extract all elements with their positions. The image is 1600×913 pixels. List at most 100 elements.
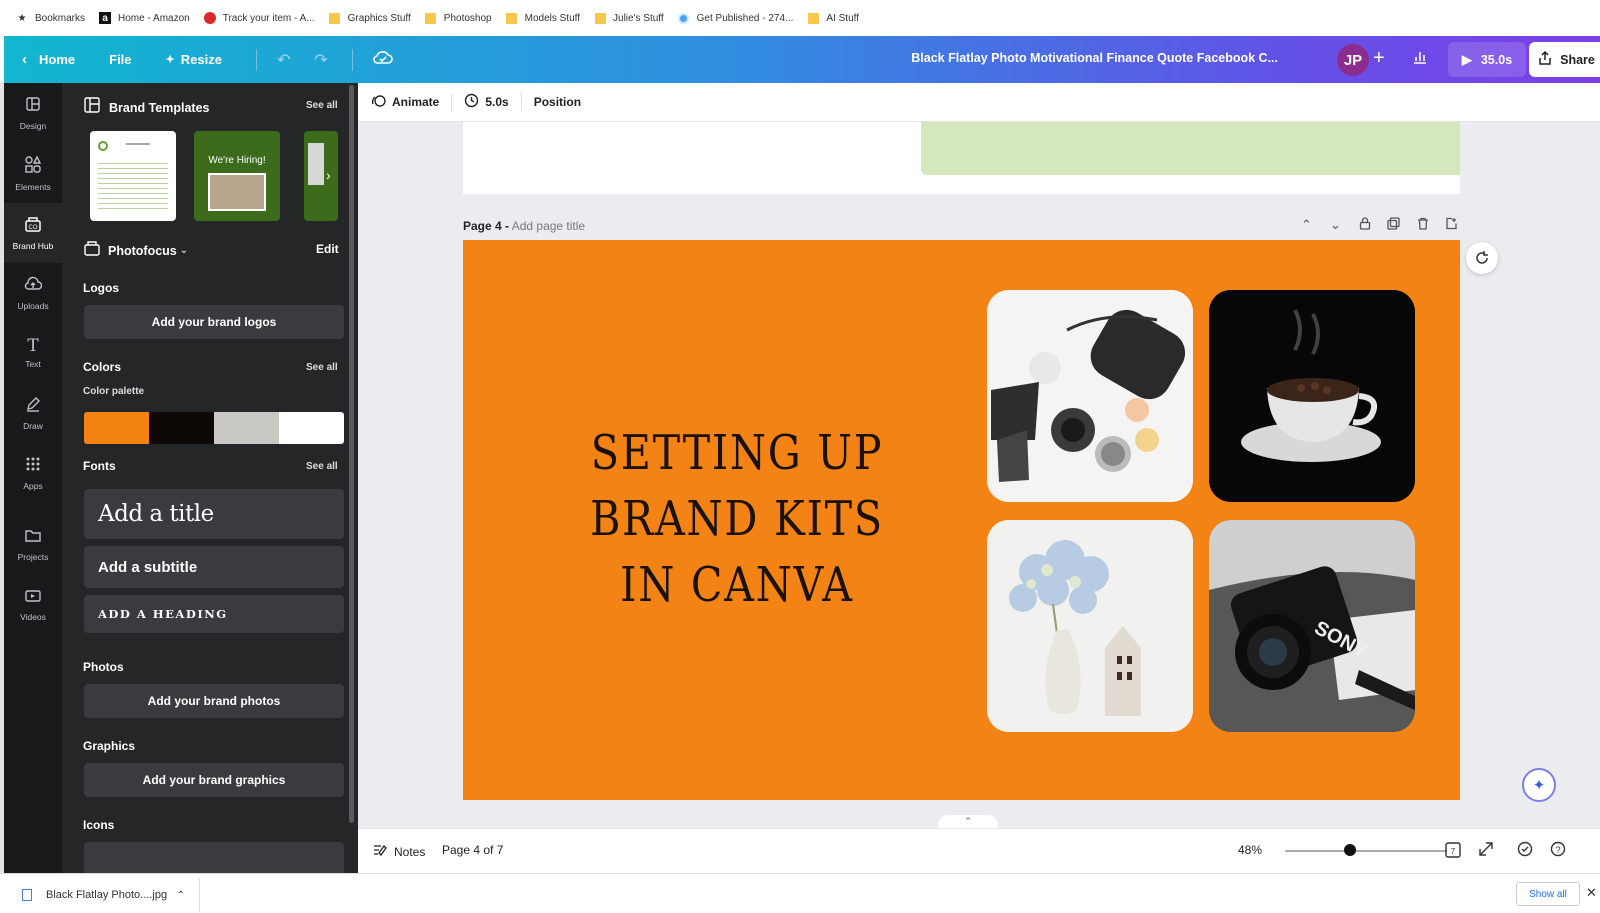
duration-button[interactable]: 5.0s [464,93,522,111]
fullscreen-icon[interactable] [1478,841,1494,861]
help-icon[interactable]: ? [1550,841,1566,861]
lock-icon[interactable] [1350,217,1379,233]
add-collaborator-icon[interactable]: + [1373,48,1385,68]
add-photos-button[interactable]: Add your brand photos [84,684,344,718]
page-count: Page 4 of 7 [442,843,504,857]
svg-text:?: ? [1555,845,1560,855]
headline-text[interactable]: SETTING UP BRAND KITS IN CANVA [579,420,895,618]
zoom-slider-track[interactable] [1285,850,1447,852]
duplicate-page-icon[interactable] [1379,217,1408,233]
move-page-down-icon[interactable]: ⌄ [1321,217,1350,233]
pages-grid-icon[interactable]: 7 [1444,841,1462,863]
rail-uploads[interactable]: Uploads [4,263,62,323]
rail-apps[interactable]: Apps [4,443,62,503]
share-button[interactable]: Share [1529,42,1600,77]
colors-see-all[interactable]: See all [306,362,338,373]
brand-hub-panel: Brand Templates See all We're Hiring! › … [62,83,358,873]
rail-text[interactable]: T Text [4,323,62,383]
comment-refresh-icon[interactable] [1466,242,1498,274]
delete-page-icon[interactable] [1408,217,1437,233]
magic-assistant-icon[interactable]: ✦ [1522,768,1556,802]
swatch-gray[interactable] [214,412,279,444]
fonts-see-all[interactable]: See all [306,461,338,472]
rail-videos[interactable]: Videos [4,575,62,635]
photo-sony-camera[interactable]: SONY [1209,520,1415,732]
swatch-white[interactable] [279,412,344,444]
add-logos-button[interactable]: Add your brand logos [84,305,344,339]
brand-templates-heading: Brand Templates [84,97,210,118]
animate-button[interactable]: Animate [371,93,453,111]
insights-icon[interactable] [1412,49,1428,70]
edit-brand-kit[interactable]: Edit [316,242,339,256]
chevron-right-icon[interactable]: › [326,167,331,183]
home-button[interactable]: ‹ Home [22,51,75,68]
present-button[interactable]: ▶ 35.0s [1448,42,1526,77]
position-button[interactable]: Position [534,95,593,109]
previous-page-shape [921,122,1460,175]
show-pages-tab[interactable]: ⌃ [938,815,998,828]
folder-icon [594,12,606,24]
bookmark-track[interactable]: Track your item - A... [203,12,315,24]
add-graphics-button[interactable]: Add your brand graphics [84,763,344,797]
swatch-black[interactable] [149,412,214,444]
resize-button[interactable]: ✦ Resize [166,52,222,67]
templates-see-all[interactable]: See all [306,100,338,111]
rail-projects[interactable]: Projects [4,515,62,575]
layout-icon [25,96,41,116]
check-icon[interactable] [1517,841,1533,861]
brand-template-2[interactable]: We're Hiring! [194,131,280,221]
bookmark-photoshop[interactable]: Photoshop [425,12,492,24]
bookmark-models[interactable]: Models Stuff [506,12,580,24]
zoom-value[interactable]: 48% [1238,843,1262,857]
bookmark-julies[interactable]: Julie's Stuff [594,12,664,24]
close-icon[interactable]: ✕ [1586,885,1597,901]
photos-heading: Photos [83,660,124,674]
rail-elements[interactable]: Elements [4,143,62,203]
brand-kit-selector[interactable]: Photofocus ⌄ [84,240,188,261]
previous-page[interactable] [463,122,1460,194]
avatar[interactable]: JP [1337,44,1369,76]
pin-icon [203,12,216,24]
globe-icon [678,12,690,24]
bookmark-graphics[interactable]: Graphics Stuff [329,12,411,24]
brand-template-3[interactable]: › [304,131,338,221]
add-icons-button[interactable] [84,842,344,873]
move-page-up-icon[interactable]: ⌃ [1292,217,1321,233]
rail-design[interactable]: Design [4,83,62,143]
video-icon [24,589,42,607]
file-menu[interactable]: File [109,52,131,67]
photo-coffee-cup[interactable] [1209,290,1415,502]
zoom-slider-thumb[interactable] [1344,844,1356,856]
rail-draw[interactable]: Draw [4,383,62,443]
bookmark-bookmarks[interactable]: ★ Bookmarks [16,12,86,24]
page-label: Page 4 - Add page title [463,219,586,233]
rail-brand-hub[interactable]: CO Brand Hub [4,203,62,263]
folder-icon [807,12,819,24]
design-page[interactable]: SETTING UP BRAND KITS IN CANVA SONY [463,240,1460,800]
notes-button[interactable]: Notes [372,843,425,860]
show-all-downloads-button[interactable]: Show all [1516,882,1580,906]
svg-text:7: 7 [1451,847,1456,856]
download-item[interactable]: Black Flatlay Photo....jpg ⌃ [4,878,200,912]
add-subtitle-button[interactable]: Add a subtitle [84,546,344,588]
photo-camera-accessories[interactable] [987,290,1193,502]
bookmark-get-published[interactable]: Get Published - 274... [678,12,793,24]
add-page-icon[interactable] [1437,217,1466,233]
template-icon [84,97,100,118]
add-heading-button[interactable]: ADD A HEADING [84,595,344,633]
redo-icon[interactable]: ↷ [314,50,327,70]
design-title[interactable]: Black Flatlay Photo Motivational Finance… [911,51,1278,65]
cloud-saved-icon[interactable] [372,49,393,70]
swatch-orange[interactable] [84,412,149,444]
panel-scrollbar[interactable] [349,85,354,823]
folder-icon [425,12,437,24]
chevron-up-icon[interactable]: ⌃ [177,890,185,901]
bookmark-amazon[interactable]: a Home - Amazon [99,12,190,24]
add-title-button[interactable]: Add a title [84,489,344,539]
bookmark-ai[interactable]: AI Stuff [807,12,859,24]
animate-icon [371,94,386,111]
photo-flowers-vase[interactable] [987,520,1193,732]
page-title-input[interactable]: Add page title [512,219,585,233]
undo-icon[interactable]: ↶ [277,50,290,70]
brand-template-1[interactable] [90,131,176,221]
